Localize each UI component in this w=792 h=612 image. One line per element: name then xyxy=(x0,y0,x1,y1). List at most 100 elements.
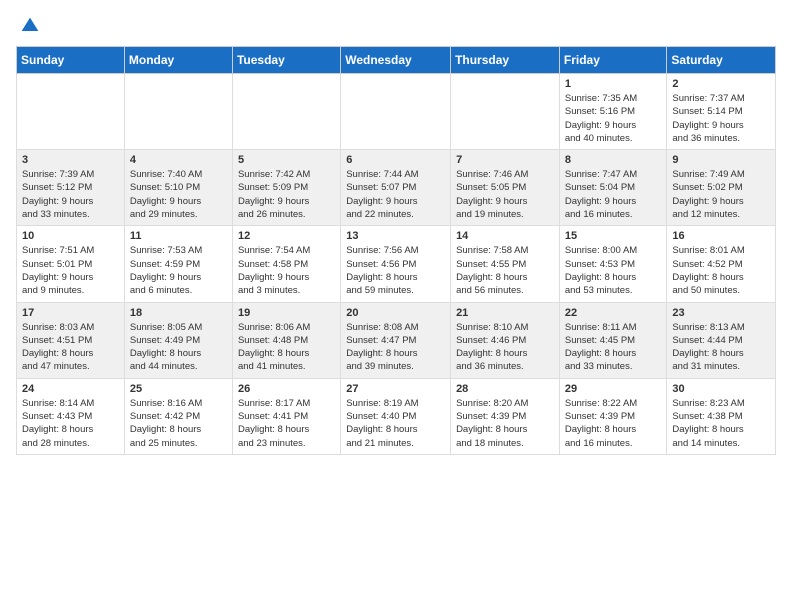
calendar-cell: 18 Sunrise: 8:05 AM Sunset: 4:49 PM Dayli… xyxy=(124,302,232,378)
day-number: 3 xyxy=(22,154,119,166)
day-number: 23 xyxy=(672,307,770,319)
day-number: 19 xyxy=(238,307,335,319)
day-info: Sunrise: 7:35 AM Sunset: 5:16 PM Dayligh… xyxy=(565,92,662,145)
calendar-week-row: 17 Sunrise: 8:03 AM Sunset: 4:51 PM Dayli… xyxy=(17,302,776,378)
day-info: Sunrise: 7:53 AM Sunset: 4:59 PM Dayligh… xyxy=(130,244,227,297)
calendar-cell: 28Sunrise: 8:20 AM Sunset: 4:39 PM Dayli… xyxy=(451,378,560,454)
calendar-table: SundayMondayTuesdayWednesdayThursdayFrid… xyxy=(16,46,776,455)
header-tuesday: Tuesday xyxy=(232,47,340,74)
day-number: 17 xyxy=(22,307,119,319)
calendar-cell xyxy=(341,74,451,150)
calendar-cell xyxy=(232,74,340,150)
day-info: Sunrise: 7:42 AM Sunset: 5:09 PM Dayligh… xyxy=(238,168,335,221)
day-number: 24 xyxy=(22,383,119,395)
header-friday: Friday xyxy=(559,47,667,74)
day-number: 2 xyxy=(672,78,770,90)
calendar-cell: 30Sunrise: 8:23 AM Sunset: 4:38 PM Dayli… xyxy=(667,378,776,454)
day-info: Sunrise: 8:03 AM Sunset: 4:51 PM Dayligh… xyxy=(22,321,119,374)
calendar-cell: 29 Sunrise: 8:22 AM Sunset: 4:39 PM Dayli… xyxy=(559,378,667,454)
day-number: 13 xyxy=(346,230,445,242)
day-info: Sunrise: 7:56 AM Sunset: 4:56 PM Dayligh… xyxy=(346,244,445,297)
calendar-cell: 19 Sunrise: 8:06 AM Sunset: 4:48 PM Dayli… xyxy=(232,302,340,378)
header-wednesday: Wednesday xyxy=(341,47,451,74)
day-number: 29 xyxy=(565,383,662,395)
header-thursday: Thursday xyxy=(451,47,560,74)
calendar-cell: 3 Sunrise: 7:39 AM Sunset: 5:12 PM Daylig… xyxy=(17,150,125,226)
calendar-cell: 15 Sunrise: 8:00 AM Sunset: 4:53 PM Dayli… xyxy=(559,226,667,302)
calendar-week-row: 24 Sunrise: 8:14 AM Sunset: 4:43 PM Dayli… xyxy=(17,378,776,454)
calendar-cell: 23 Sunrise: 8:13 AM Sunset: 4:44 PM Dayli… xyxy=(667,302,776,378)
calendar-cell: 14Sunrise: 7:58 AM Sunset: 4:55 PM Dayli… xyxy=(451,226,560,302)
calendar-cell: 8 Sunrise: 7:47 AM Sunset: 5:04 PM Daylig… xyxy=(559,150,667,226)
calendar-cell xyxy=(451,74,560,150)
day-number: 26 xyxy=(238,383,335,395)
calendar-header-row: SundayMondayTuesdayWednesdayThursdayFrid… xyxy=(17,47,776,74)
day-info: Sunrise: 7:40 AM Sunset: 5:10 PM Dayligh… xyxy=(130,168,227,221)
calendar-cell: 17 Sunrise: 8:03 AM Sunset: 4:51 PM Dayli… xyxy=(17,302,125,378)
calendar-cell: 10Sunrise: 7:51 AM Sunset: 5:01 PM Dayli… xyxy=(17,226,125,302)
day-number: 12 xyxy=(238,230,335,242)
calendar-cell: 16 Sunrise: 8:01 AM Sunset: 4:52 PM Dayli… xyxy=(667,226,776,302)
day-info: Sunrise: 7:46 AM Sunset: 5:05 PM Dayligh… xyxy=(456,168,554,221)
calendar-week-row: 1 Sunrise: 7:35 AM Sunset: 5:16 PM Daylig… xyxy=(17,74,776,150)
day-number: 10 xyxy=(22,230,119,242)
calendar-cell: 20 Sunrise: 8:08 AM Sunset: 4:47 PM Dayli… xyxy=(341,302,451,378)
day-number: 6 xyxy=(346,154,445,166)
day-info: Sunrise: 8:00 AM Sunset: 4:53 PM Dayligh… xyxy=(565,244,662,297)
calendar-cell: 24 Sunrise: 8:14 AM Sunset: 4:43 PM Dayli… xyxy=(17,378,125,454)
day-number: 9 xyxy=(672,154,770,166)
day-number: 21 xyxy=(456,307,554,319)
calendar-cell: 4 Sunrise: 7:40 AM Sunset: 5:10 PM Daylig… xyxy=(124,150,232,226)
day-info: Sunrise: 8:05 AM Sunset: 4:49 PM Dayligh… xyxy=(130,321,227,374)
day-number: 14 xyxy=(456,230,554,242)
day-number: 28 xyxy=(456,383,554,395)
day-info: Sunrise: 7:47 AM Sunset: 5:04 PM Dayligh… xyxy=(565,168,662,221)
day-number: 11 xyxy=(130,230,227,242)
day-info: Sunrise: 8:16 AM Sunset: 4:42 PM Dayligh… xyxy=(130,397,227,450)
day-number: 5 xyxy=(238,154,335,166)
day-info: Sunrise: 8:11 AM Sunset: 4:45 PM Dayligh… xyxy=(565,321,662,374)
day-number: 4 xyxy=(130,154,227,166)
day-info: Sunrise: 7:49 AM Sunset: 5:02 PM Dayligh… xyxy=(672,168,770,221)
calendar-cell: 21 Sunrise: 8:10 AM Sunset: 4:46 PM Dayli… xyxy=(451,302,560,378)
header-sunday: Sunday xyxy=(17,47,125,74)
calendar-cell: 26 Sunrise: 8:17 AM Sunset: 4:41 PM Dayli… xyxy=(232,378,340,454)
calendar-cell xyxy=(17,74,125,150)
calendar-cell: 5 Sunrise: 7:42 AM Sunset: 5:09 PM Daylig… xyxy=(232,150,340,226)
day-info: Sunrise: 7:39 AM Sunset: 5:12 PM Dayligh… xyxy=(22,168,119,221)
day-number: 8 xyxy=(565,154,662,166)
day-info: Sunrise: 8:10 AM Sunset: 4:46 PM Dayligh… xyxy=(456,321,554,374)
calendar-week-row: 3 Sunrise: 7:39 AM Sunset: 5:12 PM Daylig… xyxy=(17,150,776,226)
calendar-cell: 7 Sunrise: 7:46 AM Sunset: 5:05 PM Daylig… xyxy=(451,150,560,226)
day-info: Sunrise: 8:14 AM Sunset: 4:43 PM Dayligh… xyxy=(22,397,119,450)
day-number: 16 xyxy=(672,230,770,242)
day-info: Sunrise: 8:08 AM Sunset: 4:47 PM Dayligh… xyxy=(346,321,445,374)
day-number: 15 xyxy=(565,230,662,242)
day-number: 25 xyxy=(130,383,227,395)
calendar-cell: 25 Sunrise: 8:16 AM Sunset: 4:42 PM Dayli… xyxy=(124,378,232,454)
day-info: Sunrise: 8:06 AM Sunset: 4:48 PM Dayligh… xyxy=(238,321,335,374)
page-header xyxy=(16,16,776,36)
day-number: 7 xyxy=(456,154,554,166)
calendar-cell: 1 Sunrise: 7:35 AM Sunset: 5:16 PM Daylig… xyxy=(559,74,667,150)
day-info: Sunrise: 8:23 AM Sunset: 4:38 PM Dayligh… xyxy=(672,397,770,450)
header-monday: Monday xyxy=(124,47,232,74)
calendar-week-row: 10Sunrise: 7:51 AM Sunset: 5:01 PM Dayli… xyxy=(17,226,776,302)
day-info: Sunrise: 8:13 AM Sunset: 4:44 PM Dayligh… xyxy=(672,321,770,374)
header-saturday: Saturday xyxy=(667,47,776,74)
calendar-cell: 22 Sunrise: 8:11 AM Sunset: 4:45 PM Dayli… xyxy=(559,302,667,378)
day-number: 22 xyxy=(565,307,662,319)
calendar-cell: 12 Sunrise: 7:54 AM Sunset: 4:58 PM Dayli… xyxy=(232,226,340,302)
day-info: Sunrise: 7:37 AM Sunset: 5:14 PM Dayligh… xyxy=(672,92,770,145)
day-number: 1 xyxy=(565,78,662,90)
day-info: Sunrise: 7:54 AM Sunset: 4:58 PM Dayligh… xyxy=(238,244,335,297)
day-info: Sunrise: 8:22 AM Sunset: 4:39 PM Dayligh… xyxy=(565,397,662,450)
day-info: Sunrise: 8:17 AM Sunset: 4:41 PM Dayligh… xyxy=(238,397,335,450)
calendar-cell: 6 Sunrise: 7:44 AM Sunset: 5:07 PM Daylig… xyxy=(341,150,451,226)
day-number: 20 xyxy=(346,307,445,319)
day-info: Sunrise: 8:01 AM Sunset: 4:52 PM Dayligh… xyxy=(672,244,770,297)
calendar-cell: 27Sunrise: 8:19 AM Sunset: 4:40 PM Dayli… xyxy=(341,378,451,454)
day-number: 18 xyxy=(130,307,227,319)
calendar-cell: 9 Sunrise: 7:49 AM Sunset: 5:02 PM Daylig… xyxy=(667,150,776,226)
day-info: Sunrise: 7:44 AM Sunset: 5:07 PM Dayligh… xyxy=(346,168,445,221)
